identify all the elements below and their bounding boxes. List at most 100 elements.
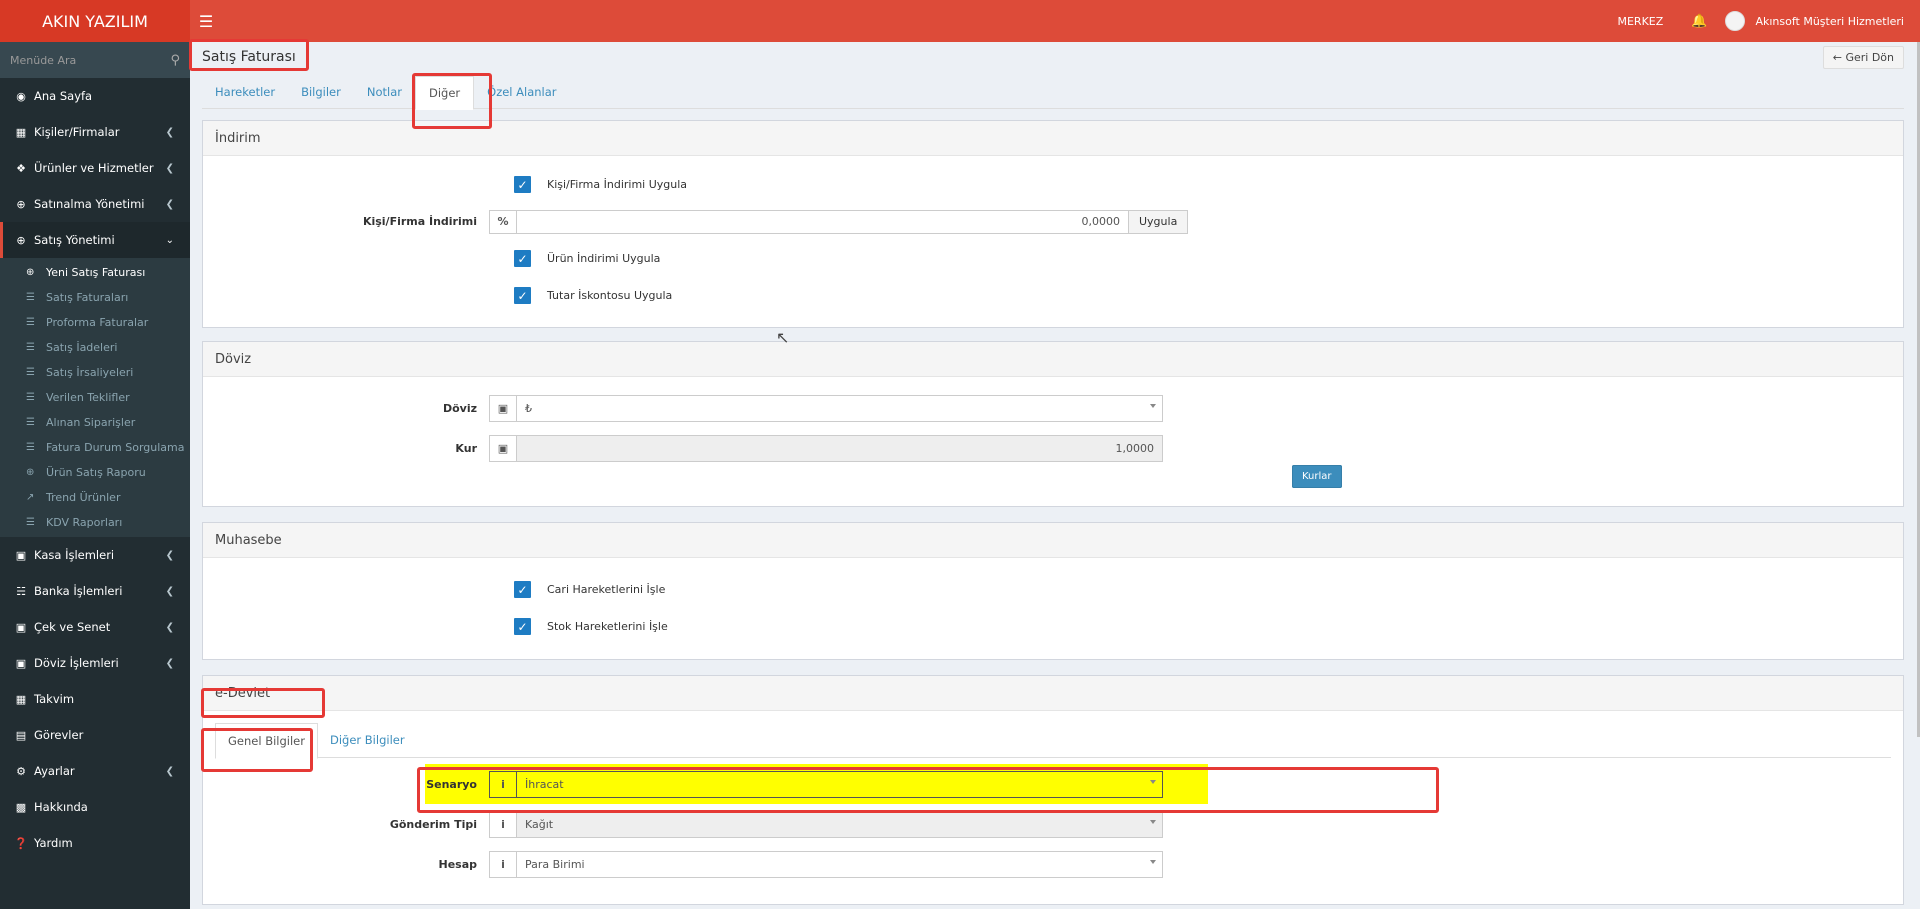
account-label: Hesap <box>438 857 477 871</box>
submenu-item-status-query[interactable]: ☰ Fatura Durum Sorgulama <box>0 435 190 460</box>
contact-discount-checkbox-row[interactable]: ✓ Kişi/Firma İndirimi Uygula <box>203 166 1903 203</box>
sidebar-item-contacts[interactable]: ▦ Kişiler/Firmalar ❮ <box>0 114 190 150</box>
dashboard-icon: ◉ <box>16 89 26 103</box>
sidebar-item-calendar[interactable]: ▦ Takvim <box>0 681 190 717</box>
bell-icon[interactable]: 🔔 <box>1677 14 1721 29</box>
back-button[interactable]: ← Geri Dön <box>1822 45 1904 69</box>
sidebar-item-purchasing[interactable]: ⊕ Satınalma Yönetimi ❮ <box>0 186 190 222</box>
checkbox-label: Stok Hareketlerini İşle <box>547 620 668 633</box>
line-chart-icon: ↗ <box>26 492 35 503</box>
sidebar-item-cheque[interactable]: ▣ Çek ve Senet ❮ <box>0 609 190 645</box>
checkbox-checked-icon[interactable]: ✓ <box>514 581 531 598</box>
page-title: Satış Faturası <box>202 49 296 65</box>
contact-discount-input[interactable]: 0,0000 <box>517 211 1128 233</box>
currency-select[interactable]: ₺ <box>517 396 1162 421</box>
tab-notes[interactable]: Notlar <box>354 76 415 108</box>
plus-circle-icon: ⊕ <box>16 197 26 211</box>
sidebar: Menüde Ara ⚲ ◉ Ana Sayfa ▦ Kişiler/Firmala… <box>0 42 190 909</box>
user-name: Akınsoft Müşteri Hizmetleri <box>1755 14 1904 28</box>
apply-discount-button[interactable]: Uygula <box>1129 209 1189 234</box>
sidebar-item-cash[interactable]: ▣ Kasa İşlemleri ❮ <box>0 537 190 573</box>
branch-label[interactable]: MERKEZ <box>1603 15 1677 28</box>
plus-circle-icon: ⊕ <box>26 267 35 278</box>
percent-icon: % <box>490 210 517 233</box>
sidebar-item-bank[interactable]: ☵ Banka İşlemleri ❮ <box>0 573 190 609</box>
list-icon: ☰ <box>26 317 35 328</box>
sidebar-item-help[interactable]: ❓ Yardım <box>0 825 190 861</box>
bank-icon: ☵ <box>16 584 26 598</box>
rates-button[interactable]: Kurlar <box>1292 465 1342 488</box>
submenu-item-sales-report[interactable]: ⊕ Ürün Satış Raporu <box>0 460 190 485</box>
account-select[interactable]: Para Birimi <box>517 852 1162 877</box>
info-icon: i <box>490 851 517 877</box>
submenu-label: Trend Ürünler <box>46 491 121 504</box>
sidebar-item-label: Çek ve Senet <box>34 620 111 634</box>
sidebar-item-label: Görevler <box>34 728 84 742</box>
search-icon[interactable]: ⚲ <box>170 53 180 68</box>
dispatch-type-selected-value: Kağıt <box>525 817 554 831</box>
checkbox-checked-icon[interactable]: ✓ <box>514 618 531 635</box>
sidebar-item-currency[interactable]: ▣ Döviz İşlemleri ❮ <box>0 645 190 681</box>
scenario-row-highlight: Senaryo i İhracat <box>425 764 1208 804</box>
sidebar-item-home[interactable]: ◉ Ana Sayfa <box>0 78 190 114</box>
list-icon: ☰ <box>26 292 35 303</box>
app-logo[interactable]: AKIN YAZILIM <box>0 0 190 42</box>
list-icon: ☰ <box>26 517 35 528</box>
cubes-icon: ❖ <box>16 161 26 175</box>
sidebar-item-tasks[interactable]: ▤ Görevler <box>0 717 190 753</box>
product-discount-checkbox-row[interactable]: ✓ Ürün İndirimi Uygula <box>203 240 1903 277</box>
checkbox-label: Cari Hareketlerini İşle <box>547 583 666 596</box>
submenu-label: Proforma Faturalar <box>46 316 149 329</box>
tab-other-info[interactable]: Diğer Bilgiler <box>318 723 417 757</box>
avatar <box>1725 11 1746 31</box>
submenu-label: KDV Raporları <box>46 516 123 529</box>
rate-input-group: ▣ 1,0000 <box>489 434 1163 462</box>
tab-custom-fields[interactable]: Özel Alanlar <box>474 76 569 108</box>
tab-other[interactable]: Diğer <box>414 76 475 110</box>
sidebar-item-label: Ayarlar <box>34 764 75 778</box>
user-menu[interactable]: Akınsoft Müşteri Hizmetleri <box>1721 11 1920 31</box>
sidebar-item-settings[interactable]: ⚙ Ayarlar ❮ <box>0 753 190 789</box>
submenu-item-returns[interactable]: ☰ Satış İadeleri <box>0 335 190 360</box>
submenu-item-trend[interactable]: ↗ Trend Ürünler <box>0 485 190 510</box>
tab-info[interactable]: Bilgiler <box>288 76 354 108</box>
stock-movements-checkbox-row[interactable]: ✓ Stok Hareketlerini İşle <box>203 608 1903 645</box>
account-movements-checkbox-row[interactable]: ✓ Cari Hareketlerini İşle <box>203 571 1903 608</box>
submenu-item-waybills[interactable]: ☰ Satış İrsaliyeleri <box>0 360 190 385</box>
amount-discount-checkbox-row[interactable]: ✓ Tutar İskontosu Uygula <box>203 277 1903 314</box>
sidebar-item-sales[interactable]: ⊕ Satış Yönetimi ⌄ <box>0 222 190 258</box>
submenu-item-offers[interactable]: ☰ Verilen Teklifler <box>0 385 190 410</box>
menu-toggle-icon[interactable]: ☰ <box>190 0 222 42</box>
checkbox-checked-icon[interactable]: ✓ <box>514 287 531 304</box>
submenu-item-invoices[interactable]: ☰ Satış Faturaları <box>0 285 190 310</box>
sidebar-item-products[interactable]: ❖ Ürünler ve Hizmetler ❮ <box>0 150 190 186</box>
tasks-icon: ▤ <box>15 728 27 742</box>
list-icon: ☰ <box>26 342 35 353</box>
list-icon: ☰ <box>26 392 35 403</box>
scenario-select[interactable]: İhracat <box>517 772 1162 797</box>
account-selected-value: Para Birimi <box>525 857 585 871</box>
checkbox-checked-icon[interactable]: ✓ <box>514 176 531 193</box>
money-icon: ▣ <box>490 435 517 461</box>
money-icon: ▣ <box>490 395 517 421</box>
dispatch-type-label: Gönderim Tipi <box>389 817 477 831</box>
submenu-item-orders[interactable]: ☰ Alınan Siparişler <box>0 410 190 435</box>
sidebar-search-input[interactable]: Menüde Ara ⚲ <box>0 42 190 78</box>
currency-panel-title: Döviz <box>203 342 1903 377</box>
rate-input: 1,0000 <box>517 435 1162 461</box>
submenu-item-proforma[interactable]: ☰ Proforma Faturalar <box>0 310 190 335</box>
sidebar-item-label: Ürünler ve Hizmetler <box>34 161 154 175</box>
contact-discount-input-group: % 0,0000 <box>489 209 1129 234</box>
accounting-panel: Muhasebe ✓ Cari Hareketlerini İşle ✓ Sto… <box>202 522 1904 660</box>
checkbox-checked-icon[interactable]: ✓ <box>514 250 531 267</box>
arrow-left-icon: ← <box>1832 50 1842 64</box>
checkbox-label: Kişi/Firma İndirimi Uygula <box>547 178 688 191</box>
submenu-item-new-invoice[interactable]: ⊕ Yeni Satış Faturası <box>0 260 190 285</box>
tab-movements[interactable]: Hareketler <box>202 76 288 108</box>
main-content: Satış Faturası ← Geri Dön Hareketler Bil… <box>190 42 1917 909</box>
submenu-item-vat[interactable]: ☰ KDV Raporları <box>0 510 190 535</box>
tab-general-info[interactable]: Genel Bilgiler <box>215 723 318 759</box>
sidebar-item-about[interactable]: ▩ Hakkında <box>0 789 190 825</box>
back-button-label: Geri Dön <box>1845 50 1894 64</box>
caret-down-icon <box>1150 403 1156 408</box>
